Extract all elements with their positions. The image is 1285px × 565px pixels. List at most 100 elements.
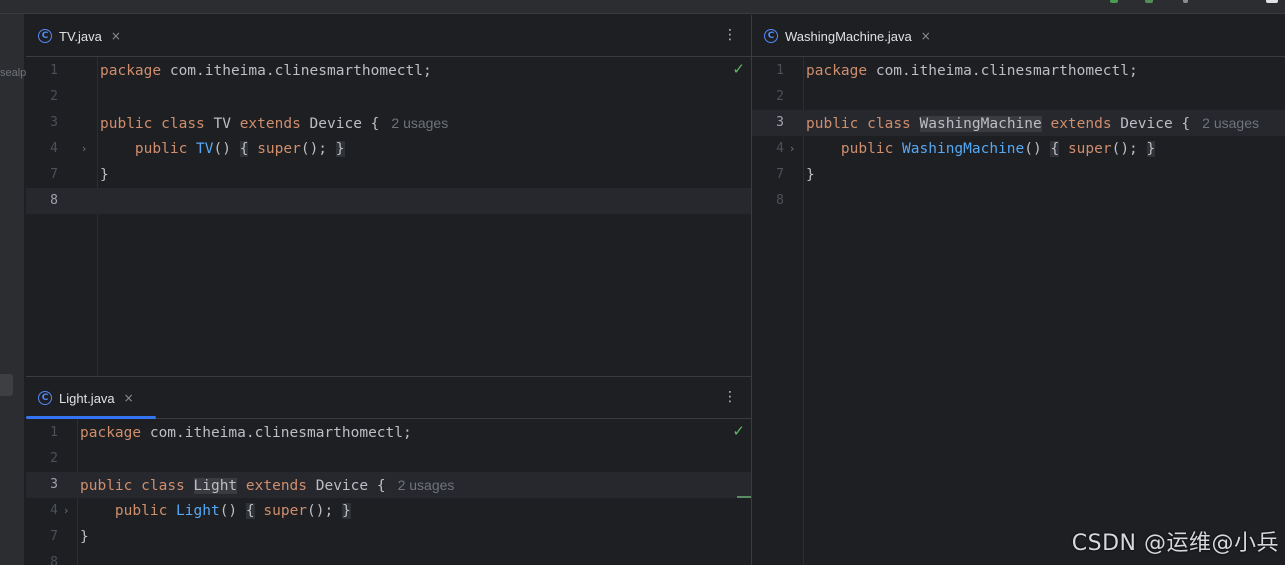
- code-token: }: [100, 167, 109, 183]
- code-line[interactable]: 3 public class WashingMachine extends Dev…: [752, 110, 1285, 136]
- code-line[interactable]: 1 package com.itheima.clinesmarthomectl;: [26, 420, 751, 446]
- code-line[interactable]: 7}: [26, 162, 751, 188]
- code-token: com.itheima.clinesmarthomectl;: [867, 63, 1138, 79]
- close-icon[interactable]: ×: [921, 29, 931, 43]
- code-text: public class Light extends Device {2 usa…: [80, 472, 454, 499]
- code-token: ();: [300, 141, 328, 157]
- keyword-token: class: [161, 116, 205, 132]
- class-icon: C: [764, 29, 778, 43]
- identifier-token: Light: [176, 503, 220, 519]
- more-icon[interactable]: [1183, 0, 1188, 3]
- close-icon[interactable]: ×: [111, 29, 121, 43]
- code-area[interactable]: 1 package com.itheima.clinesmarthomectl; 2…: [752, 58, 1285, 214]
- usages-hint[interactable]: 2 usages: [1202, 115, 1259, 131]
- code-text: public class WashingMachine extends Devi…: [806, 110, 1259, 137]
- code-line[interactable]: 3 public class TV extends Device {2 usage…: [26, 110, 751, 136]
- code-line[interactable]: 4 › public Light() { super(); }: [26, 498, 751, 524]
- rail-label-fragment: sealp: [0, 67, 27, 79]
- keyword-token: public: [840, 141, 894, 157]
- horizontal-split-divider[interactable]: [26, 376, 751, 377]
- identifier-token: WashingMachine: [902, 141, 1025, 157]
- code-token: {: [245, 503, 255, 519]
- keyword-token: class: [867, 116, 911, 132]
- editor-pane-tv: C TV.java × ⋮ 1 package com.itheima.cline…: [26, 15, 751, 376]
- code-line[interactable]: 8: [752, 188, 1285, 214]
- keyword-token: package: [806, 63, 868, 79]
- editor-pane-washing-machine: C WashingMachine.java × 1 package com.ith…: [752, 15, 1285, 565]
- code-token: Device {: [307, 478, 386, 494]
- tab-tv-java[interactable]: C TV.java ×: [26, 15, 131, 57]
- close-icon[interactable]: ×: [124, 391, 134, 405]
- debug-icon[interactable]: [1145, 0, 1153, 3]
- fold-chevron-icon[interactable]: ›: [64, 498, 68, 524]
- more-vertical-icon[interactable]: ⋮: [723, 390, 737, 404]
- line-number: 3: [50, 477, 58, 492]
- usages-hint[interactable]: 2 usages: [391, 115, 448, 131]
- keyword-token: public: [806, 116, 859, 132]
- keyword-token: public: [134, 141, 188, 157]
- code-token: Device {: [1111, 116, 1191, 132]
- code-line[interactable]: 2: [26, 446, 751, 472]
- code-line[interactable]: 8: [26, 550, 751, 565]
- line-number: 1: [50, 425, 58, 440]
- fold-chevron-icon[interactable]: ›: [790, 136, 794, 162]
- code-line[interactable]: 7}: [752, 162, 1285, 188]
- line-number: 2: [50, 451, 58, 466]
- code-text: public Light() { super(); }: [80, 498, 351, 524]
- code-token: ();: [307, 503, 334, 519]
- project-tool-rail: sealp: [0, 14, 27, 565]
- run-icon[interactable]: [1110, 0, 1118, 3]
- line-number: 7: [776, 167, 784, 182]
- code-line[interactable]: 2: [26, 84, 751, 110]
- code-token: com.itheima.clinesmarthomectl;: [141, 425, 412, 441]
- code-area[interactable]: 1 package com.itheima.clinesmarthomectl; 2…: [26, 420, 751, 565]
- code-text: }: [100, 162, 109, 188]
- keyword-token: extends: [245, 478, 308, 494]
- code-line[interactable]: 2: [752, 84, 1285, 110]
- window-control-icon[interactable]: [1266, 0, 1278, 3]
- code-line[interactable]: 4 › public TV() { super(); }: [26, 136, 751, 162]
- code-token: TV: [204, 116, 240, 132]
- line-number: 4: [776, 141, 784, 156]
- tab-light-java[interactable]: C Light.java ×: [26, 377, 156, 419]
- code-line[interactable]: 8: [26, 188, 751, 214]
- code-line[interactable]: 1 package com.itheima.clinesmarthomectl;: [26, 58, 751, 84]
- line-number: 7: [50, 167, 58, 182]
- code-line[interactable]: 4 › public WashingMachine() { super(); }: [752, 136, 1285, 162]
- fold-chevron-icon[interactable]: ›: [82, 136, 86, 162]
- check-icon[interactable]: ✓: [732, 422, 745, 440]
- scrollbar-marker[interactable]: [737, 496, 751, 498]
- code-token: ();: [1111, 141, 1138, 157]
- identifier-token: TV: [196, 141, 214, 157]
- tab-washingmachine-java[interactable]: C WashingMachine.java ×: [752, 15, 941, 57]
- more-vertical-icon[interactable]: ⋮: [723, 28, 737, 42]
- vertical-split-divider[interactable]: [751, 15, 752, 565]
- line-number: 1: [50, 63, 58, 78]
- code-text: }: [806, 162, 815, 188]
- code-line[interactable]: 7}: [26, 524, 751, 550]
- code-area[interactable]: 1 package com.itheima.clinesmarthomectl; 2…: [26, 58, 751, 214]
- keyword-token: super: [1067, 141, 1112, 157]
- code-text: package com.itheima.clinesmarthomectl;: [100, 58, 432, 84]
- code-line[interactable]: 3 public class Light extends Device {2 us…: [26, 472, 751, 498]
- line-number: 8: [50, 555, 58, 565]
- code-token: com.itheima.clinesmarthomectl;: [161, 63, 432, 79]
- usages-hint[interactable]: 2 usages: [398, 477, 455, 493]
- code-line[interactable]: 1 package com.itheima.clinesmarthomectl;: [752, 58, 1285, 84]
- code-token: Device {: [300, 116, 380, 132]
- code-token: }: [806, 167, 815, 183]
- rail-selected-item[interactable]: [0, 374, 13, 396]
- code-token: WashingMachine: [919, 116, 1042, 132]
- check-icon[interactable]: ✓: [732, 60, 745, 78]
- code-token: (): [1024, 141, 1042, 157]
- code-text: public TV() { super(); }: [100, 136, 345, 162]
